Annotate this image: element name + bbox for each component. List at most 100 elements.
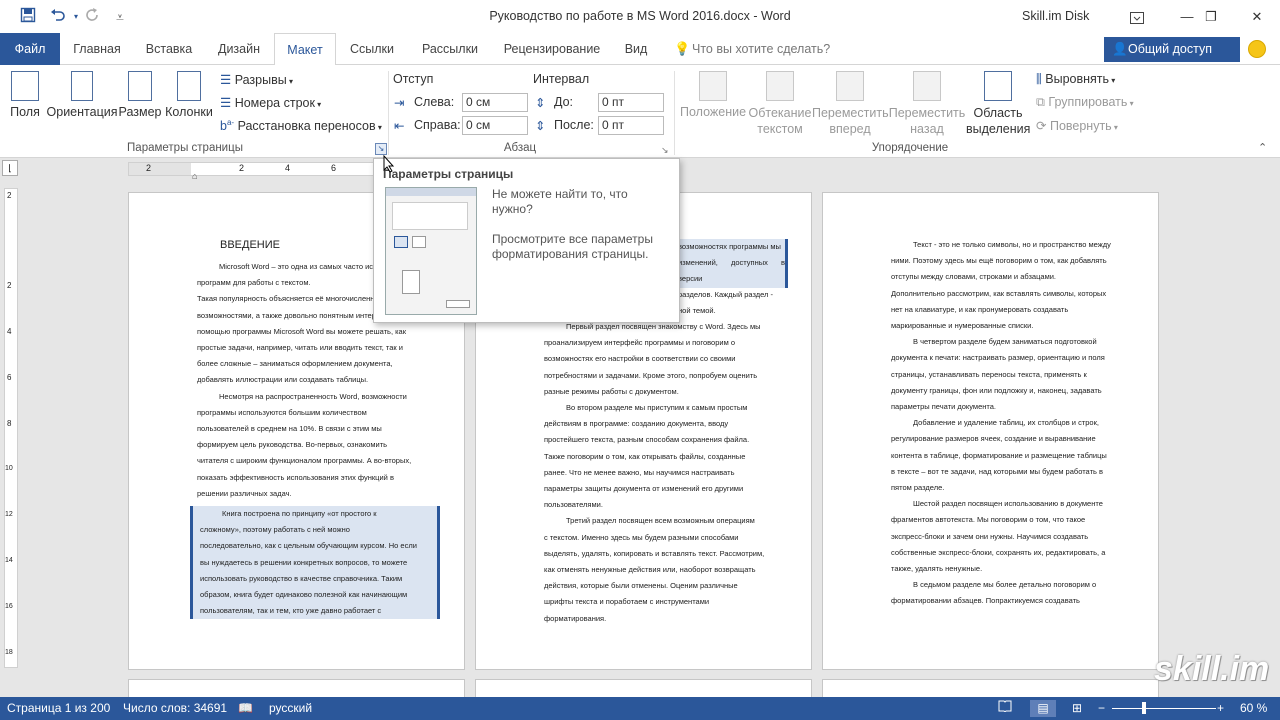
vruler-tick: 8 [7,419,12,428]
tab-design[interactable]: Дизайн [208,33,270,65]
proofing-icon[interactable]: 📖 [238,697,253,720]
spacing-before-label: До: [554,95,574,109]
indent-left-label: Слева: [414,95,455,109]
tab-references[interactable]: Ссылки [341,33,403,65]
send-backward-button[interactable]: Переместить назад [888,71,966,137]
selection-pane-label-2: выделения [966,122,1031,136]
indent-left-input[interactable]: 0 см [462,93,528,112]
print-layout-icon[interactable]: ▤ [1030,700,1056,717]
bring-forward-label-2: вперед [829,122,871,136]
vruler-tick: 10 [5,465,13,472]
word-count[interactable]: Число слов: 34691 [123,697,227,720]
mouse-cursor-icon [383,154,395,178]
margins-button[interactable]: Поля [8,71,42,119]
page-count[interactable]: Страница 1 из 200 [7,697,110,720]
restore-icon[interactable]: ❐ [1188,0,1234,33]
indent-marker-icon[interactable]: ⌂ [192,171,197,181]
tab-view[interactable]: Вид [616,33,656,65]
align-button[interactable]: ⫼ Выровнять ▾ [1036,72,1115,87]
collapse-ribbon-icon[interactable]: ⌃ [1258,141,1267,154]
hyphenation-button[interactable]: ba- Расстановка переносов ▾ [220,118,382,133]
spacing-after-input[interactable]: 0 пт [598,116,664,135]
page-heading: ВВЕДЕНИЕ [220,239,280,251]
wrap-text-label-2: текстом [757,122,803,136]
zoom-slider-thumb[interactable] [1142,702,1146,714]
lightbulb-icon: 💡 [674,41,691,56]
web-layout-icon[interactable]: ⊞ [1072,697,1082,720]
dialog-preview-page [402,270,420,294]
position-button[interactable]: Положение [678,71,748,119]
zoom-level[interactable]: 60 % [1240,697,1267,720]
document-page-5[interactable] [475,679,812,699]
bring-forward-label: Переместить [812,106,889,120]
selection-pane-button[interactable]: Область выделения [966,71,1030,137]
wrap-text-button[interactable]: Обтекание текстом [746,71,814,137]
vertical-ruler[interactable]: 2 2 4 6 8 10 12 14 16 18 [4,188,18,668]
smiley-icon[interactable] [1248,40,1266,58]
line-numbers-button[interactable]: ☰ Номера строк ▾ [220,95,321,110]
breaks-icon: ☰ [220,73,232,87]
group-icon: ⧉ [1036,95,1045,109]
ruler-tick: 2 [146,163,152,173]
rotate-button[interactable]: ⟳ Повернуть ▾ [1036,118,1118,133]
columns-button[interactable]: Колонки [162,71,216,119]
tab-insert[interactable]: Вставка [137,33,201,65]
ribbon-display-icon[interactable] [1114,0,1160,33]
horizontal-ruler[interactable]: 2 2 4 6 ⌂ [128,162,376,181]
orientation-button[interactable]: Ориентация [46,71,118,119]
document-page-6[interactable] [822,679,1159,699]
tooltip-line-2: Просмотрите все параметры форматирования… [492,232,653,261]
align-icon: ⫼ [1036,72,1042,86]
document-page-4[interactable] [128,679,465,699]
tell-me-input[interactable]: Что вы хотите сделать? [692,42,830,56]
wrap-text-label: Обтекание [748,106,812,120]
indent-right-label: Справа: [414,118,461,132]
dialog-preview-ok [446,300,470,308]
tab-file[interactable]: Файл [0,33,60,65]
position-icon [699,71,727,101]
paragraph-launcher-icon[interactable]: ↘ [661,145,669,156]
send-backward-label-2: назад [910,122,944,136]
selected-text[interactable]: Книга построена по принципу «от простого… [190,506,440,620]
page-setup-group-label: Параметры страницы [127,142,243,154]
hyphenation-icon: b [220,119,227,134]
tab-home[interactable]: Главная [64,33,130,65]
zoom-slider[interactable] [1112,708,1216,709]
indent-right-input[interactable]: 0 см [462,116,528,135]
indent-right-icon: ⇤ [394,119,405,133]
share-button[interactable]: 👤 Общий доступ [1104,37,1240,62]
tab-review[interactable]: Рецензирование [498,33,606,65]
group-button[interactable]: ⧉ Группировать ▾ [1036,95,1134,110]
close-icon[interactable]: ✕ [1234,0,1280,33]
breaks-label: Разрывы [234,73,287,87]
vruler-tick: 6 [7,373,12,382]
size-button[interactable]: Размер [118,71,162,119]
tooltip-line-1: Не можете найти то, что нужно? [492,187,628,216]
vruler-tick: 18 [5,649,13,656]
account-name[interactable]: Skill.im Disk [1022,9,1089,23]
selection-pane-label: Область [973,106,1023,120]
language[interactable]: русский [269,697,312,720]
selected-text[interactable]: возможностях программы мы изменений, дост… [678,239,788,288]
vruler-tick: 2 [7,281,12,290]
breaks-button[interactable]: ☰ Разрывы ▾ [220,72,293,87]
bring-forward-icon [836,71,864,101]
spacing-before-input[interactable]: 0 пт [598,93,664,112]
document-page-3[interactable]: Текст - это не только символы, но и прос… [822,192,1159,670]
ribbon-tabs: Файл Главная Вставка Дизайн Макет Ссылки… [0,33,1280,66]
tab-selector-icon[interactable]: ⌊ [2,160,18,176]
read-mode-icon[interactable] [998,697,1012,720]
page-setup-launcher-icon[interactable]: ↘ [375,143,387,155]
orientation-icon [71,71,93,101]
ruler-tick: 2 [239,163,245,173]
zoom-in-icon[interactable]: + [1217,697,1224,720]
tab-layout[interactable]: Макет [274,33,336,66]
align-label: Выровнять [1045,72,1110,86]
person-icon: 👤 [1112,42,1128,56]
separator [674,71,675,155]
tab-mailings[interactable]: Рассылки [413,33,487,65]
dialog-preview-titlebar [386,188,476,196]
indent-heading: Отступ [393,72,434,86]
zoom-out-icon[interactable]: − [1098,697,1105,720]
bring-forward-button[interactable]: Переместить вперед [812,71,889,137]
